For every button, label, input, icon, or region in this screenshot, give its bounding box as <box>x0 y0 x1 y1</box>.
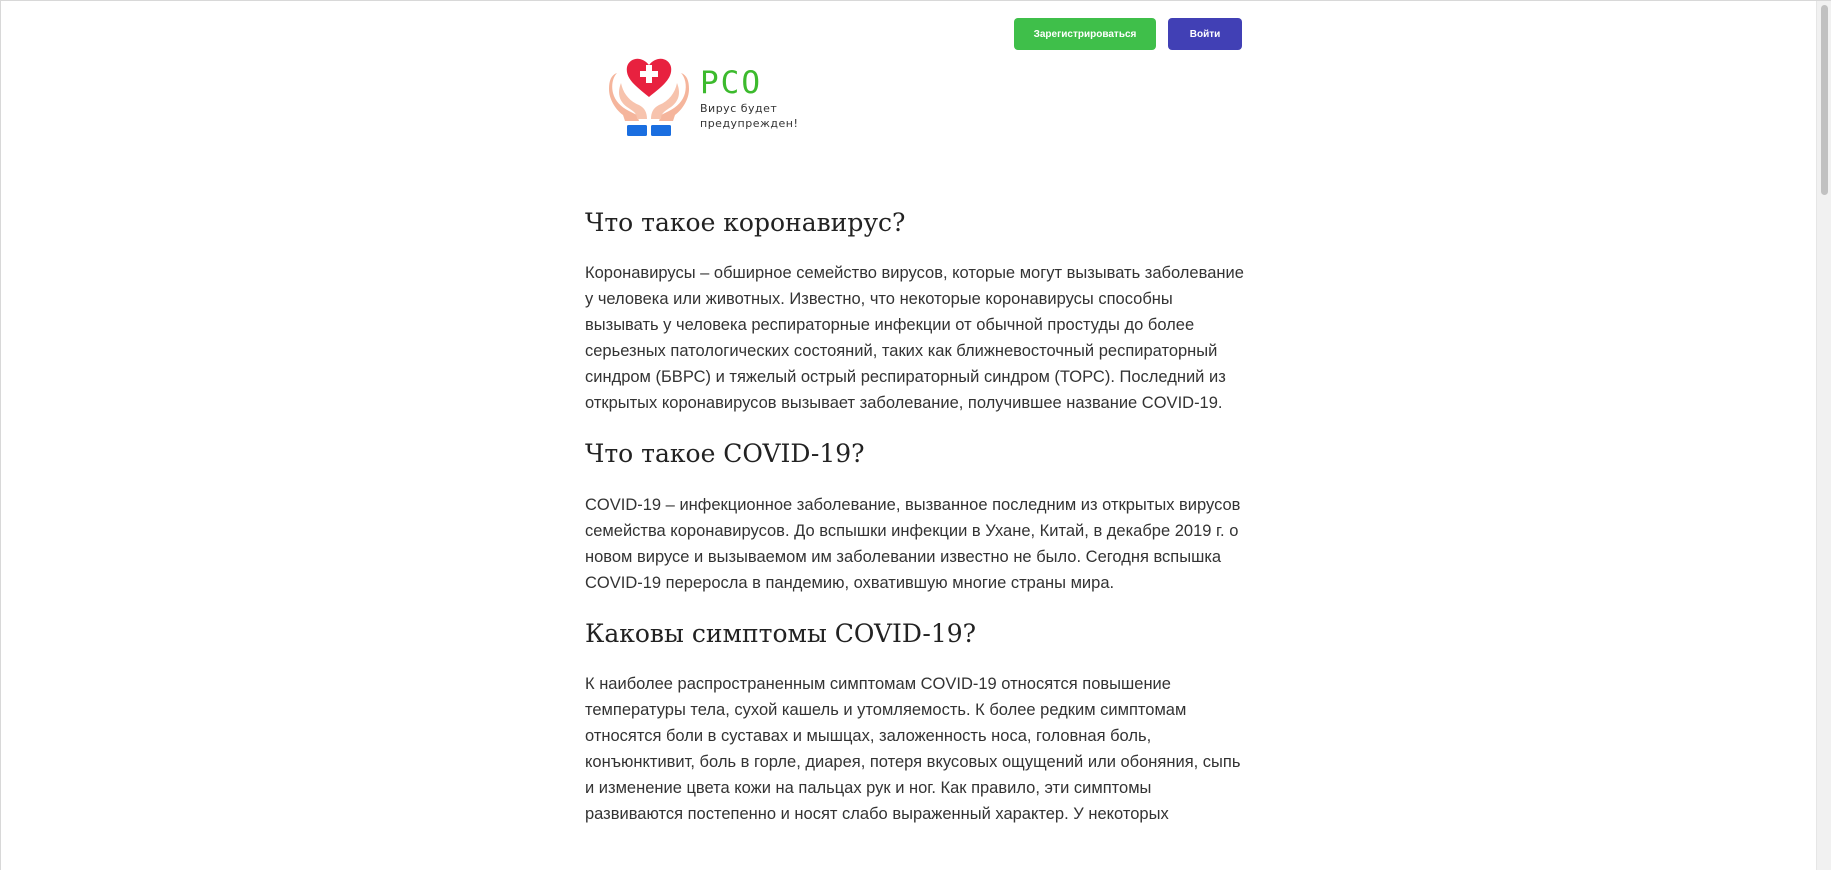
section-title-covid: Что такое COVID-19? <box>585 439 865 469</box>
hands-heart-icon <box>609 58 689 136</box>
vertical-scrollbar[interactable] <box>1816 1 1831 870</box>
scrollbar-thumb[interactable] <box>1821 5 1828 195</box>
auth-buttons: Зарегистрироваться Войти <box>1014 18 1242 50</box>
section-title-coronavirus: Что такое коронавирус? <box>585 208 906 237</box>
section-text-covid: COVID-19 – инфекционное заболевание, выз… <box>585 495 1241 592</box>
logo-tagline: Вирус будет предупрежден! <box>700 102 799 130</box>
login-button[interactable]: Войти <box>1168 18 1242 50</box>
page-viewport: Зарегистрироваться Войти РСО Вирус будет… <box>0 0 1831 870</box>
main-content: Что такое коронавирус? Коронавирусы – об… <box>585 207 1245 849</box>
register-button[interactable]: Зарегистрироваться <box>1014 18 1156 50</box>
section-text-symptoms: К наиболее распространенным симптомам CO… <box>585 674 1241 823</box>
site-logo[interactable]: РСО Вирус будет предупрежден! <box>607 53 807 143</box>
logo-name: РСО <box>700 65 762 101</box>
section-text-coronavirus: Коронавирусы – обширное семейство вирусо… <box>585 264 1244 413</box>
section-title-symptoms: Каковы симптомы COVID-19? <box>585 618 977 648</box>
